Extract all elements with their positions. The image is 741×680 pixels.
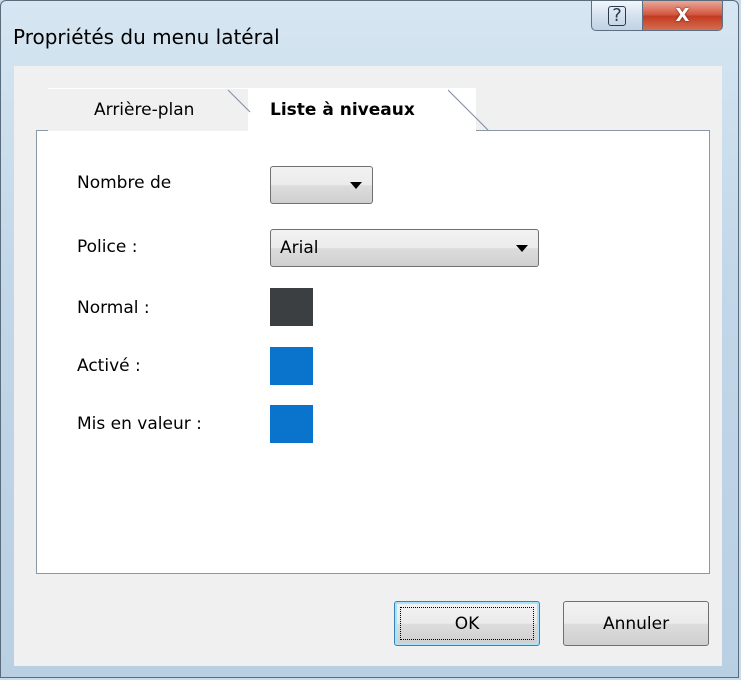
- close-icon: X: [675, 5, 690, 26]
- active-label: Activé :: [77, 356, 141, 376]
- normal-label: Normal :: [77, 298, 150, 318]
- normal-color-swatch[interactable]: [269, 287, 314, 327]
- tab-label: Liste à niveaux: [270, 100, 415, 120]
- tab-edge: [448, 89, 489, 131]
- tab-divider: [227, 89, 251, 113]
- help-button[interactable]: ?: [591, 1, 643, 31]
- nombre-select[interactable]: [270, 166, 373, 204]
- help-icon: ?: [608, 5, 626, 26]
- chevron-down-icon: [350, 182, 362, 189]
- window-title: Propriétés du menu latéral: [13, 25, 280, 49]
- chevron-down-icon: [516, 245, 528, 252]
- nombre-label: Nombre de: [77, 173, 172, 193]
- police-select[interactable]: Arial: [270, 229, 539, 267]
- cancel-label: Annuler: [602, 613, 670, 634]
- tab-liste-a-niveaux[interactable]: Liste à niveaux: [248, 88, 476, 132]
- ok-label: OK: [454, 613, 480, 634]
- police-label: Police :: [77, 237, 138, 257]
- ok-button[interactable]: OK: [394, 601, 540, 646]
- active-color-swatch[interactable]: [269, 346, 314, 386]
- cancel-button[interactable]: Annuler: [563, 601, 709, 646]
- highlight-label: Mis en valeur :: [77, 414, 202, 434]
- highlight-color-swatch[interactable]: [269, 404, 314, 444]
- police-value: Arial: [280, 238, 319, 258]
- tab-strip: Arrière-plan Liste à niveaux: [48, 88, 708, 132]
- caption-buttons: ? X: [591, 1, 723, 33]
- close-button[interactable]: X: [643, 1, 723, 31]
- tab-arriere-plan[interactable]: Arrière-plan: [48, 88, 248, 131]
- tab-label: Arrière-plan: [94, 100, 195, 120]
- tab-panel: [36, 130, 710, 574]
